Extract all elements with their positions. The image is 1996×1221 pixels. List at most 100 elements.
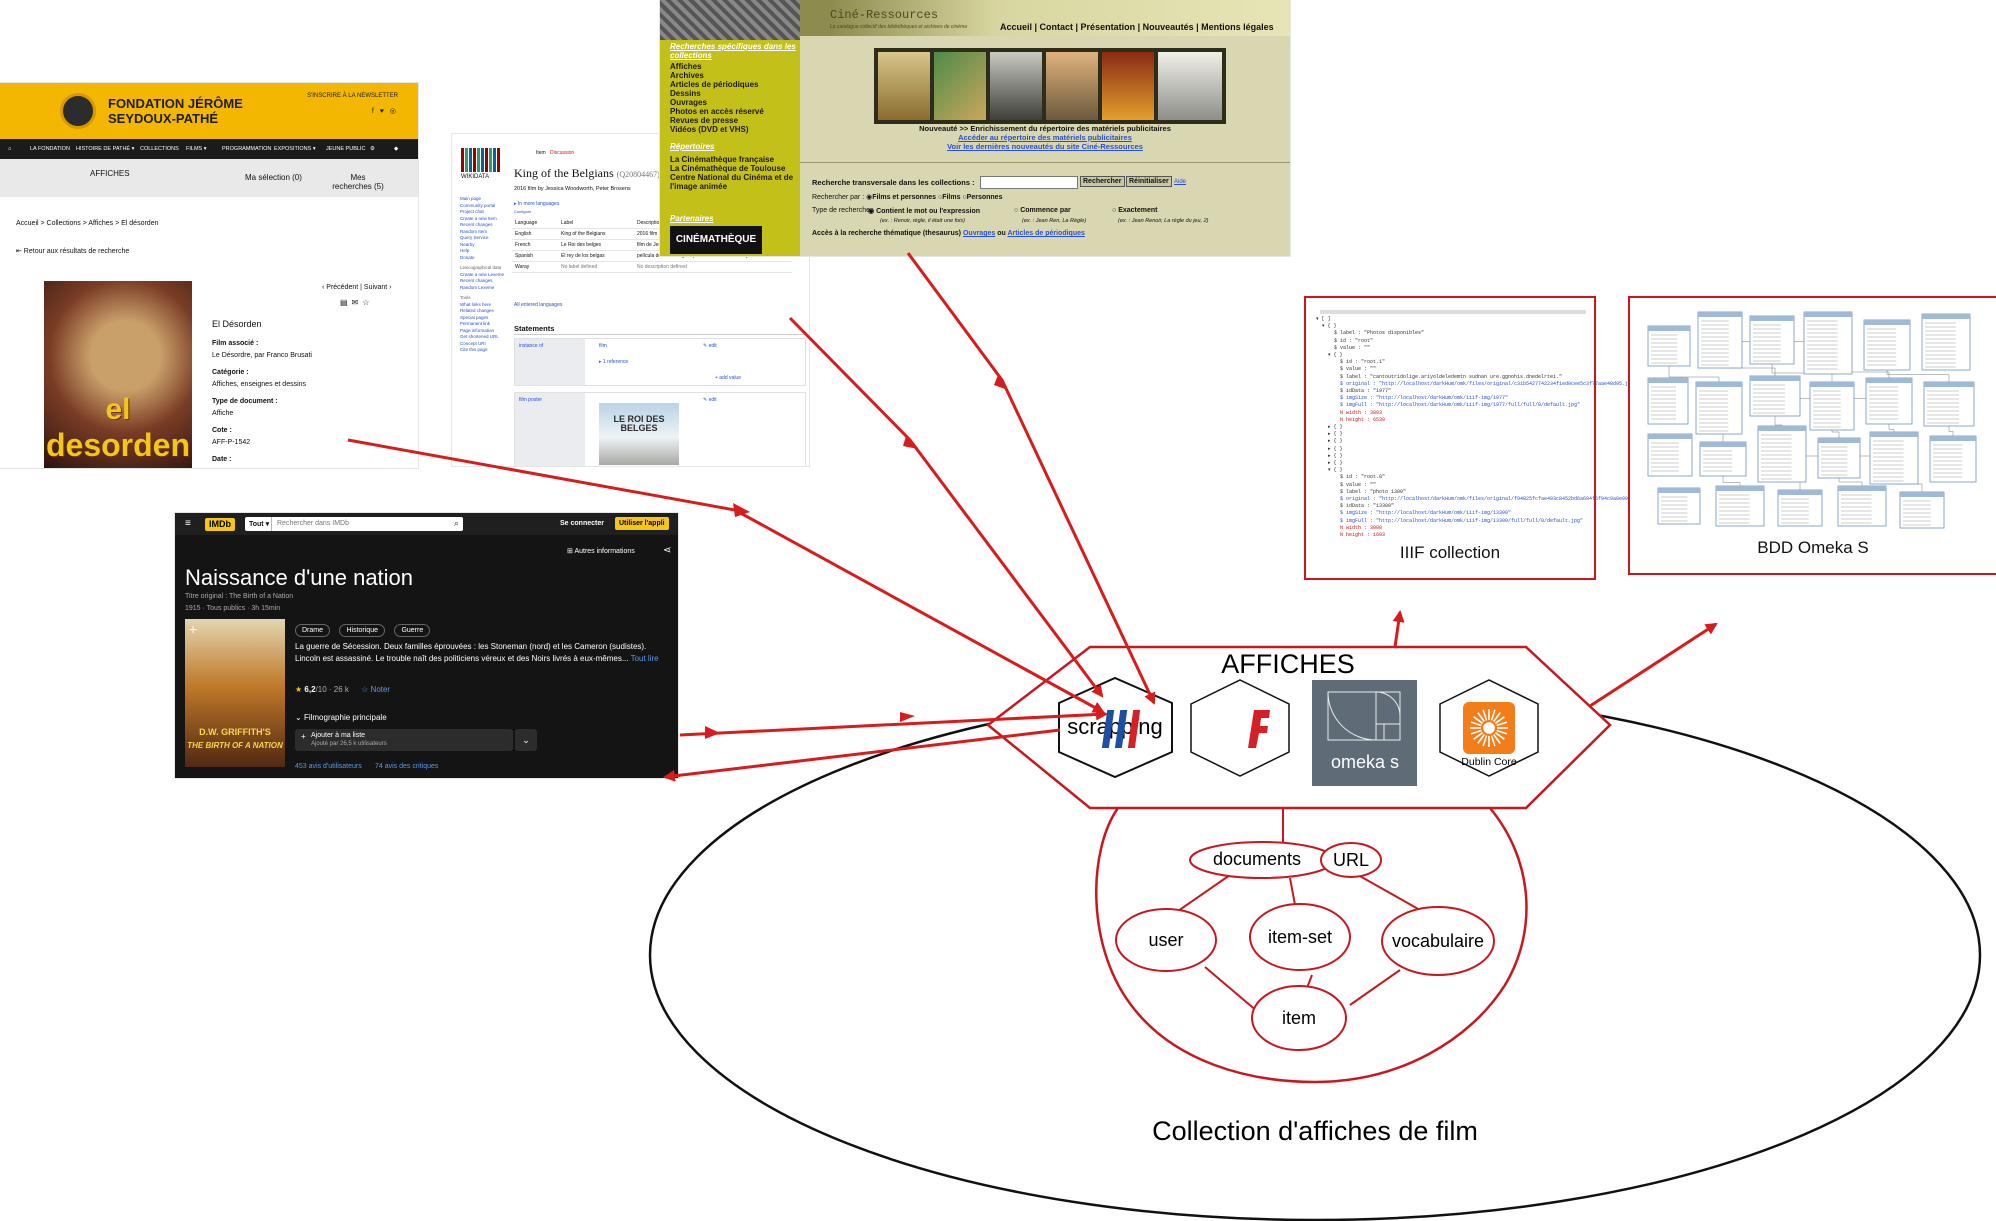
list-item[interactable]: Ouvrages: [670, 98, 764, 107]
special-list[interactable]: Affiches Archives Articles de périodique…: [670, 62, 764, 134]
chevron-down-icon[interactable]: ⌄: [515, 729, 537, 751]
settings-icon[interactable]: ⚙: [370, 146, 375, 152]
social-icons[interactable]: f ♥ ◎: [372, 107, 398, 115]
references-link[interactable]: ▸ 1 reference: [599, 359, 628, 365]
nav-item[interactable]: FILMS ▾: [186, 146, 207, 152]
nav-item[interactable]: PROGRAMMATION: [222, 146, 271, 152]
news-link[interactable]: Accéder au répertoire des matériels publ…: [958, 133, 1132, 142]
list-item[interactable]: Affiches: [670, 62, 764, 71]
radio-label[interactable]: Exactement: [1118, 207, 1157, 214]
back-link[interactable]: ⇤ Retour aux résultats de recherche: [16, 247, 129, 256]
radio-label[interactable]: Personnes: [967, 194, 1003, 201]
reset-button[interactable]: Réinitialiser: [1126, 176, 1172, 187]
search-bar[interactable]: Tout ▾ Rechercher dans IMDb ⌕: [245, 517, 463, 531]
menu-icon[interactable]: ≡: [185, 518, 191, 529]
rate-button[interactable]: ☆ Noter: [361, 685, 390, 694]
list-item[interactable]: Photos en accès réservé: [670, 107, 764, 116]
share-icon[interactable]: ⋖: [663, 545, 671, 556]
radio-checked-icon[interactable]: ◉: [868, 208, 876, 215]
list-item[interactable]: Centre National du Cinéma et de l'image …: [670, 173, 796, 191]
nav-item[interactable]: COLLECTIONS: [140, 146, 179, 152]
searches-link[interactable]: Mes recherches (5): [330, 173, 386, 191]
nav-item[interactable]: HISTOIRE DE PATHÉ ▾: [76, 146, 134, 152]
search-input[interactable]: Rechercher dans IMDb: [277, 520, 349, 527]
pathe-site-title[interactable]: FONDATION JÉRÔME SEYDOUX-PATHÉ: [108, 96, 288, 126]
critic-reviews-link[interactable]: 74 avis des critiques: [375, 763, 438, 770]
genre-chip[interactable]: Drame: [295, 624, 331, 637]
cine-menu[interactable]: Accueil | Contact | Présentation | Nouve…: [1000, 22, 1274, 32]
property-value[interactable]: film: [599, 343, 607, 349]
rep-list[interactable]: La Cinémathèque française La Cinémathèqu…: [670, 155, 796, 191]
birth-of-a-nation-poster[interactable]: + D.W. GRIFFITH'S THE BIRTH OF A NATION: [185, 619, 285, 767]
read-all-link[interactable]: Tout lire: [631, 654, 659, 663]
sun-ray: [1493, 734, 1501, 744]
search-scope[interactable]: Tout ▾: [249, 520, 269, 528]
nav-item[interactable]: EXPOSITIONS ▾: [274, 146, 316, 152]
radio-label[interactable]: Commence par: [1020, 207, 1071, 214]
list-item[interactable]: Dessins: [670, 89, 764, 98]
posters-strip[interactable]: [874, 48, 1226, 124]
tag-icon[interactable]: ◆: [394, 146, 398, 152]
app-button[interactable]: Utiliser l'appli: [615, 517, 669, 530]
search-button[interactable]: Rechercher: [1080, 176, 1125, 187]
pager[interactable]: ‹ Précédent | Suivant ›: [322, 283, 392, 292]
genre-chip[interactable]: Historique: [339, 624, 385, 637]
el-desorden-poster[interactable]: el desorden: [44, 281, 192, 468]
json-line: $ value : "": [1316, 366, 1377, 373]
radio-label[interactable]: Contient le mot ou l'expression: [876, 208, 980, 215]
sign-in-button[interactable]: Se connecter: [560, 520, 604, 527]
search-input[interactable]: [980, 176, 1078, 189]
add-icon[interactable]: +: [189, 621, 197, 637]
nav-item[interactable]: LA FONDATION: [30, 146, 70, 152]
add-value-link[interactable]: + add value: [715, 375, 741, 381]
json-line: $ value : "": [1316, 344, 1371, 351]
search-icon[interactable]: ⌕: [454, 518, 459, 529]
edit-link[interactable]: ✎ edit: [703, 343, 717, 349]
home-icon[interactable]: ⌂: [8, 146, 11, 152]
cine-logo[interactable]: Ciné-Ressources: [830, 8, 938, 22]
filmography-row[interactable]: ⌄ Filmographie principale: [295, 713, 387, 722]
node-url-label: URL: [1333, 850, 1369, 870]
property-label[interactable]: film poster: [519, 397, 542, 403]
sidebar-links[interactable]: Main page Community portal Project chat Cre…: [460, 196, 504, 354]
partners-title: Partenaires: [670, 214, 714, 223]
cine-ressources-screenshot: Recherches spécifiques dans les collecti…: [660, 0, 1290, 256]
json-line: N height : 6539: [1316, 416, 1386, 423]
record-action-icons[interactable]: ▤✉☆: [340, 297, 373, 308]
configure-link[interactable]: Configure: [514, 209, 531, 214]
help-link[interactable]: Aide: [1174, 179, 1186, 185]
arrow-affiches-to-bdd: [1589, 622, 1718, 708]
cinematheque-logo[interactable]: CINÉMATHÈQUE: [670, 226, 762, 254]
table-header: Language: [512, 218, 558, 229]
more-info-link[interactable]: ⊞ Autres informations: [567, 547, 635, 555]
news-link[interactable]: Voir les dernières nouveautés du site Ci…: [947, 142, 1143, 151]
property-label[interactable]: instance of: [519, 343, 543, 349]
more-languages-link[interactable]: ▸ In more languages: [514, 201, 559, 207]
thematic-link[interactable]: Ouvrages: [963, 230, 995, 237]
radio-label[interactable]: Films: [942, 194, 960, 201]
pathe-logo[interactable]: [60, 93, 96, 129]
example-text: (ex. : Jean Renoir, La règle du jeu, 2): [1118, 218, 1209, 224]
list-item[interactable]: Articles de périodiques: [670, 80, 764, 89]
wikidata-logo[interactable]: [461, 148, 501, 172]
list-item[interactable]: Revues de presse: [670, 116, 764, 125]
tab-discussion[interactable]: Discussion: [550, 150, 574, 156]
edit-link[interactable]: ✎ edit: [703, 397, 717, 403]
selection-link[interactable]: Ma sélection (0): [245, 173, 302, 182]
user-reviews-link[interactable]: 453 avis d'utilisateurs: [295, 763, 362, 770]
list-item[interactable]: Vidéos (DVD et VHS): [670, 125, 764, 134]
radio-label[interactable]: Films et personnes: [872, 194, 936, 201]
list-item[interactable]: La Cinémathèque de Toulouse: [670, 164, 796, 173]
genre-chip[interactable]: Guerre: [394, 624, 431, 637]
all-languages-link[interactable]: All entered languages: [514, 302, 562, 308]
list-item[interactable]: Archives: [670, 71, 764, 80]
thematic-link[interactable]: Articles de périodiques: [1007, 230, 1084, 237]
watchlist-button[interactable]: + Ajouter à ma liste Ajouté par 26,5 k u…: [295, 729, 513, 751]
film-poster-thumbnail[interactable]: LE ROI DES BELGES: [599, 403, 679, 465]
newsletter-link[interactable]: S'INSCRIRE À LA NEWSLETTER: [307, 93, 398, 99]
list-item[interactable]: La Cinémathèque française: [670, 155, 796, 164]
imdb-logo[interactable]: IMDb: [205, 518, 235, 531]
breadcrumb[interactable]: Accueil > Collections > Affiches > El dé…: [16, 219, 158, 228]
nav-item[interactable]: JEUNE PUBLIC: [326, 146, 365, 152]
tab-item[interactable]: Item: [536, 150, 546, 156]
